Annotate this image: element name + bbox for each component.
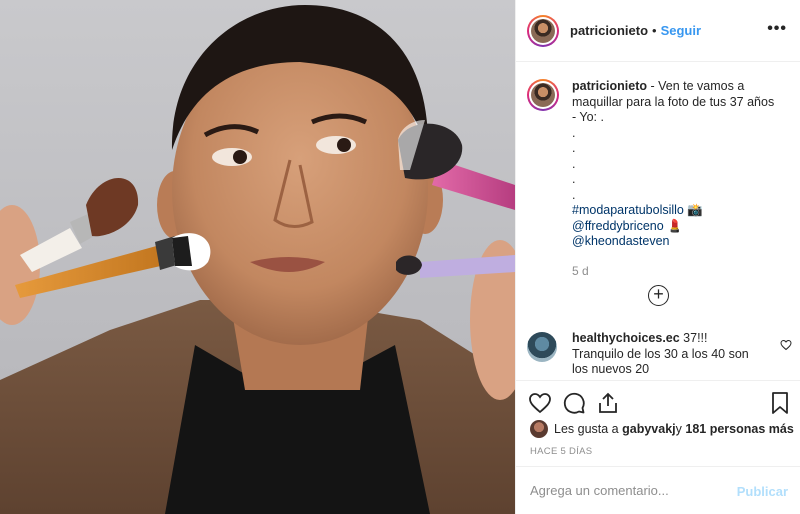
heart-icon[interactable] [528,391,552,415]
instagram-post: patricionieto • Seguir ••• patricionieto… [0,0,800,514]
likes-middle: y [675,422,682,436]
action-bar [516,380,800,422]
liker-avatar[interactable] [530,420,548,438]
caption-dot: . [572,172,576,186]
caption-dot: . [572,141,576,155]
comment-input[interactable] [530,483,730,498]
likes-prefix: Les gusta a [554,422,619,436]
more-dots-icon[interactable]: ••• [767,21,787,37]
commenter-username[interactable]: healthychoices.ec [572,331,680,345]
comment-heart-icon[interactable] [780,339,792,351]
bookmark-icon[interactable] [768,391,792,415]
share-icon[interactable] [596,391,620,415]
hashtag-link[interactable]: #modaparatubolsillo 📸 [572,203,792,219]
separator-dot: • [652,23,657,38]
likes-count[interactable]: 181 personas más [685,422,793,436]
mention-link[interactable]: @ffreddybriceno 💄 [572,219,792,235]
add-comment-bar: Publicar [516,466,800,514]
liker-username[interactable]: gabyvakj [622,422,676,436]
caption-dot: . [572,187,576,202]
comment-icon[interactable] [562,391,586,415]
post-side-panel: patricionieto • Seguir ••• patricionieto… [515,0,800,514]
caption-dot: . [572,125,576,140]
comment-item: healthychoices.ec 37!!! Tranquilo de los… [527,331,792,378]
author-username[interactable]: patricionieto [570,23,648,38]
caption-line: - Yo: . [572,110,604,124]
likes-summary: Les gusta a gabyvakj y 181 personas más [530,419,795,439]
caption-avatar[interactable] [527,79,559,111]
post-header: patricionieto • Seguir ••• [516,0,800,62]
caption-dot: . [572,156,576,171]
post-photo[interactable] [0,0,515,514]
comments-section[interactable]: patricionieto - Ven te vamos a maquillar… [516,63,800,379]
caption-time[interactable]: 5 d [572,264,792,280]
mention-link[interactable]: @kheondasteven [572,234,792,250]
publish-button[interactable]: Publicar [737,484,788,499]
post-caption: patricionieto - Ven te vamos a maquillar… [527,79,792,279]
author-avatar[interactable] [527,14,559,47]
post-image [0,5,515,514]
plus-circle-icon[interactable]: + [648,285,669,306]
follow-button[interactable]: Seguir [661,23,701,38]
caption-username[interactable]: patricionieto [572,79,647,93]
commenter-avatar[interactable] [527,332,557,362]
post-timestamp[interactable]: HACE 5 DÍAS [530,446,592,457]
